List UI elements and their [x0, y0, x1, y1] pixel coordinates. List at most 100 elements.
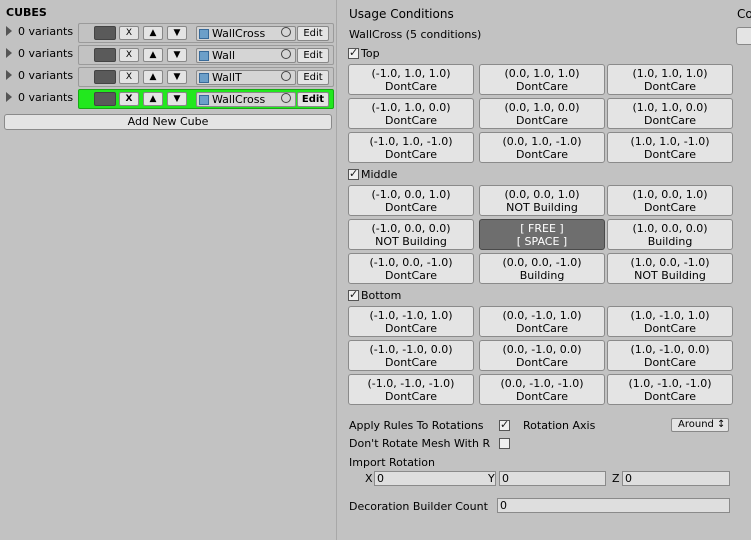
condition-cell[interactable]: (-1.0, 0.0, 1.0) DontCare	[348, 185, 474, 216]
prefab-icon	[199, 95, 209, 105]
cell-state: DontCare	[385, 390, 437, 403]
condition-cell[interactable]: (-1.0, 1.0, 0.0) DontCare	[348, 98, 474, 129]
rotation-axis-label: Rotation Axis	[523, 419, 596, 432]
edit-button[interactable]: Edit	[297, 26, 329, 41]
cell-coordinate: (0.0, -1.0, -1.0)	[500, 377, 584, 390]
move-down-button[interactable]: ▼	[167, 70, 187, 84]
condition-cell[interactable]: (-1.0, 1.0, 1.0) DontCare	[348, 64, 474, 95]
condition-cell[interactable]: (1.0, -1.0, 1.0) DontCare	[607, 306, 733, 337]
conditions-subtitle: WallCross (5 conditions)	[349, 28, 482, 41]
side-button[interactable]	[736, 27, 751, 45]
import-rotation-label: Import Rotation	[349, 456, 436, 469]
move-down-button[interactable]: ▼	[167, 48, 187, 62]
foldout-arrow-icon[interactable]	[6, 48, 12, 58]
remove-button[interactable]: X	[119, 48, 139, 62]
cell-coordinate: (1.0, 1.0, 1.0)	[632, 67, 708, 80]
cubes-panel: CUBES 0 variants X ▲ ▼ WallCross Edit 0 …	[0, 0, 337, 540]
condition-cell[interactable]: (0.0, -1.0, 1.0) DontCare	[479, 306, 605, 337]
object-name: WallT	[212, 71, 242, 84]
checkbox-icon[interactable]	[348, 288, 359, 301]
variants-label: 0 variants	[18, 25, 74, 38]
rotation-z-field[interactable]: 0	[622, 471, 730, 486]
condition-cell[interactable]: (0.0, 0.0, 1.0) NOT Building	[479, 185, 605, 216]
cell-coordinate: (-1.0, 0.0, -1.0)	[369, 256, 453, 269]
foldout-arrow-icon[interactable]	[6, 92, 12, 102]
foldout-arrow-icon[interactable]	[6, 26, 12, 36]
condition-cell[interactable]: (0.0, -1.0, 0.0) DontCare	[479, 340, 605, 371]
condition-cell[interactable]: (1.0, 0.0, 0.0) Building	[607, 219, 733, 250]
object-picker-icon[interactable]	[281, 27, 291, 37]
preview-swatch[interactable]	[94, 48, 116, 62]
cell-state: DontCare	[385, 201, 437, 214]
variants-label: 0 variants	[18, 91, 74, 104]
foldout-arrow-icon[interactable]	[6, 70, 12, 80]
condition-cell[interactable]: (0.0, -1.0, -1.0) DontCare	[479, 374, 605, 405]
dont-rotate-checkbox[interactable]	[499, 438, 510, 449]
condition-cell[interactable]: (1.0, 0.0, -1.0) NOT Building	[607, 253, 733, 284]
move-up-button[interactable]: ▲	[143, 92, 163, 106]
object-picker-icon[interactable]	[281, 93, 291, 103]
condition-cell[interactable]: (0.0, 0.0, -1.0) Building	[479, 253, 605, 284]
cell-coordinate: [ FREE ]	[520, 222, 564, 235]
toggle-middle[interactable]: Middle	[348, 167, 397, 181]
cell-state: DontCare	[516, 322, 568, 335]
condition-cell[interactable]: (1.0, 1.0, -1.0) DontCare	[607, 132, 733, 163]
toggle-label: Bottom	[361, 289, 402, 302]
object-picker-icon[interactable]	[281, 71, 291, 81]
cell-state: DontCare	[516, 356, 568, 369]
cell-coordinate: (-1.0, -1.0, 0.0)	[369, 343, 453, 356]
condition-cell[interactable]: (0.0, 1.0, -1.0) DontCare	[479, 132, 605, 163]
rotation-y-field[interactable]: 0	[499, 471, 606, 486]
decoration-builder-count-field[interactable]: 0	[497, 498, 730, 513]
condition-cell[interactable]: (0.0, 1.0, 0.0) DontCare	[479, 98, 605, 129]
preview-swatch[interactable]	[94, 26, 116, 40]
edit-button[interactable]: Edit	[297, 70, 329, 85]
checkbox-icon[interactable]	[348, 167, 359, 180]
condition-cell[interactable]: (1.0, 0.0, 1.0) DontCare	[607, 185, 733, 216]
cell-coordinate: (0.0, 1.0, 0.0)	[504, 101, 580, 114]
cell-coordinate: (-1.0, 1.0, 0.0)	[371, 101, 451, 114]
cell-state: NOT Building	[375, 235, 447, 248]
move-up-button[interactable]: ▲	[143, 48, 163, 62]
remove-button[interactable]: X	[119, 70, 139, 84]
condition-cell[interactable]: (-1.0, -1.0, 1.0) DontCare	[348, 306, 474, 337]
condition-cell[interactable]: (1.0, -1.0, -1.0) DontCare	[607, 374, 733, 405]
cell-state: DontCare	[644, 356, 696, 369]
object-picker-icon[interactable]	[281, 49, 291, 59]
preview-swatch[interactable]	[94, 70, 116, 84]
condition-cell[interactable]: (-1.0, -1.0, 0.0) DontCare	[348, 340, 474, 371]
edit-button[interactable]: Edit	[297, 48, 329, 63]
usage-conditions-panel: Usage Conditions Co WallCross (5 conditi…	[338, 0, 751, 540]
y-axis-label: Y	[488, 472, 495, 485]
preview-swatch[interactable]	[94, 92, 116, 106]
remove-button[interactable]: X	[119, 26, 139, 40]
move-up-button[interactable]: ▲	[143, 70, 163, 84]
move-down-button[interactable]: ▼	[167, 26, 187, 40]
cell-coordinate: (0.0, -1.0, 0.0)	[502, 343, 582, 356]
cell-coordinate: (0.0, 0.0, -1.0)	[502, 256, 582, 269]
condition-cell[interactable]: (-1.0, 0.0, -1.0) DontCare	[348, 253, 474, 284]
cell-state: Building	[647, 235, 693, 248]
toggle-bottom[interactable]: Bottom	[348, 288, 402, 302]
condition-cell[interactable]: (-1.0, -1.0, -1.0) DontCare	[348, 374, 474, 405]
move-down-button[interactable]: ▼	[167, 92, 187, 106]
rotation-x-field[interactable]: 0	[374, 471, 496, 486]
edit-button[interactable]: Edit	[297, 92, 329, 107]
remove-button[interactable]: X	[119, 92, 139, 106]
rotation-axis-dropdown[interactable]: Around ↕	[671, 418, 729, 432]
free-space-cell[interactable]: [ FREE ][ SPACE ]	[479, 219, 605, 250]
condition-cell[interactable]: (1.0, 1.0, 0.0) DontCare	[607, 98, 733, 129]
condition-cell[interactable]: (1.0, 1.0, 1.0) DontCare	[607, 64, 733, 95]
condition-cell[interactable]: (-1.0, 0.0, 0.0) NOT Building	[348, 219, 474, 250]
add-new-cube-button[interactable]: Add New Cube	[4, 114, 332, 130]
cell-state: DontCare	[644, 114, 696, 127]
toggle-top[interactable]: Top	[348, 46, 380, 60]
checkbox-icon[interactable]	[348, 46, 359, 59]
condition-cell[interactable]: (0.0, 1.0, 1.0) DontCare	[479, 64, 605, 95]
apply-rules-checkbox[interactable]	[499, 418, 510, 431]
object-name: Wall	[212, 49, 236, 62]
cell-coordinate: (1.0, 0.0, -1.0)	[630, 256, 710, 269]
move-up-button[interactable]: ▲	[143, 26, 163, 40]
condition-cell[interactable]: (1.0, -1.0, 0.0) DontCare	[607, 340, 733, 371]
condition-cell[interactable]: (-1.0, 1.0, -1.0) DontCare	[348, 132, 474, 163]
